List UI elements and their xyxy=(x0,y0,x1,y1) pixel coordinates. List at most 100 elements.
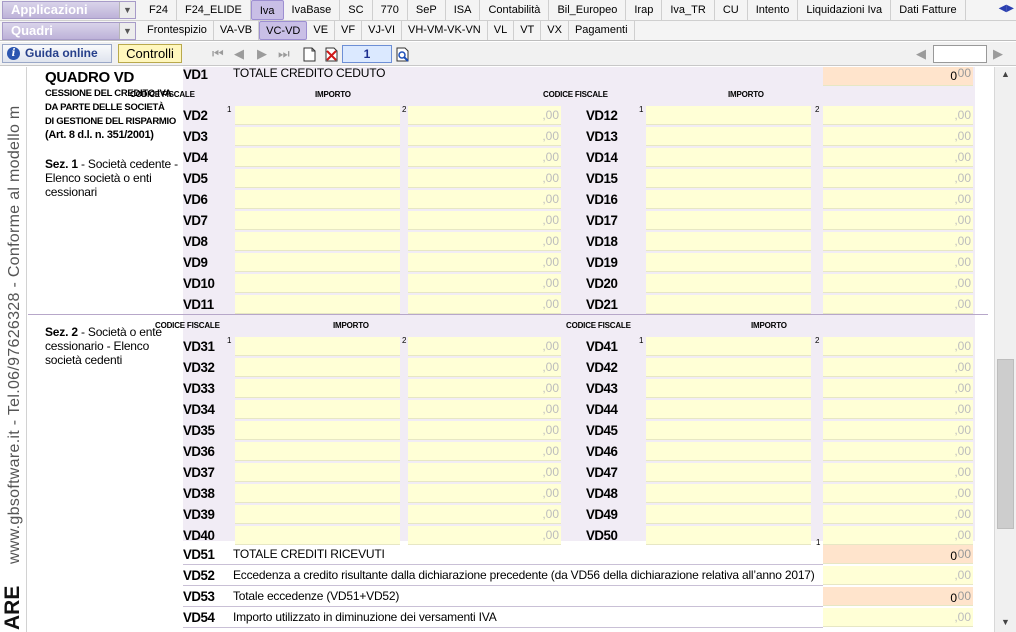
controlli-button[interactable]: Controlli xyxy=(118,44,182,63)
codice-fiscale-input[interactable] xyxy=(235,505,400,524)
importo-input[interactable]: ,00 xyxy=(823,421,973,440)
importo-input[interactable]: ,00 xyxy=(408,421,561,440)
codice-fiscale-input[interactable] xyxy=(646,127,811,146)
codice-fiscale-input[interactable] xyxy=(646,232,811,251)
tab-irap[interactable]: Irap xyxy=(626,0,663,20)
quadro-tab-vh-vm-vk-vn[interactable]: VH-VM-VK-VN xyxy=(402,21,488,40)
vertical-scrollbar[interactable]: ▲ ▼ xyxy=(994,67,1016,632)
codice-fiscale-input[interactable] xyxy=(235,211,400,230)
codice-fiscale-input[interactable] xyxy=(646,190,811,209)
codice-fiscale-input[interactable] xyxy=(646,442,811,461)
importo-input[interactable]: ,00 xyxy=(823,274,973,293)
importo-input[interactable]: ,00 xyxy=(823,337,973,356)
tab-cu[interactable]: CU xyxy=(715,0,748,20)
codice-fiscale-input[interactable] xyxy=(235,358,400,377)
page-number-input[interactable]: 1 xyxy=(342,45,392,63)
codice-fiscale-input[interactable] xyxy=(235,190,400,209)
codice-fiscale-input[interactable] xyxy=(235,337,400,356)
codice-fiscale-input[interactable] xyxy=(235,253,400,272)
next-page-icon[interactable]: ▶ xyxy=(257,46,267,62)
importo-input[interactable]: ,00 xyxy=(408,253,561,272)
codice-fiscale-input[interactable] xyxy=(235,106,400,125)
importo-input[interactable]: ,00 xyxy=(823,106,973,125)
tab-iva-tr[interactable]: Iva_TR xyxy=(662,0,715,20)
codice-fiscale-input[interactable] xyxy=(646,463,811,482)
search-right-icon[interactable]: ▶ xyxy=(993,46,1003,62)
tab-dati-fatture[interactable]: Dati Fatture xyxy=(891,0,966,20)
importo-input[interactable]: ,00 xyxy=(823,295,973,314)
importo-input[interactable]: ,00 xyxy=(823,526,973,545)
delete-page-icon[interactable] xyxy=(325,47,339,62)
tab-f24[interactable]: F24 xyxy=(141,0,177,20)
importo-input[interactable]: ,00 xyxy=(823,400,973,419)
importo-input[interactable]: ,00 xyxy=(823,127,973,146)
codice-fiscale-input[interactable] xyxy=(235,295,400,314)
importo-input[interactable]: ,00 xyxy=(408,169,561,188)
bottom-row-value-field[interactable]: ,00 xyxy=(823,566,973,585)
importo-input[interactable]: ,00 xyxy=(408,337,561,356)
importo-input[interactable]: ,00 xyxy=(823,190,973,209)
importo-input[interactable]: ,00 xyxy=(408,190,561,209)
quadro-tab-vf[interactable]: VF xyxy=(335,21,363,40)
search-page-icon[interactable] xyxy=(396,47,411,62)
quadro-tab-vl[interactable]: VL xyxy=(488,21,515,40)
previous-page-icon[interactable]: ◀ xyxy=(234,46,244,62)
quadro-tab-ve[interactable]: VE xyxy=(307,21,336,40)
importo-input[interactable]: ,00 xyxy=(823,232,973,251)
first-page-icon[interactable]: ⏮ xyxy=(212,46,224,62)
scroll-thumb[interactable] xyxy=(997,359,1014,529)
codice-fiscale-input[interactable] xyxy=(646,526,811,545)
importo-input[interactable]: ,00 xyxy=(823,358,973,377)
codice-fiscale-input[interactable] xyxy=(235,274,400,293)
vd1-value-field[interactable]: 0 00 xyxy=(823,67,973,86)
tab-bil-europeo[interactable]: Bil_Europeo xyxy=(549,0,627,20)
importo-input[interactable]: ,00 xyxy=(823,253,973,272)
importo-input[interactable]: ,00 xyxy=(823,379,973,398)
importo-input[interactable]: ,00 xyxy=(823,505,973,524)
bottom-row-value-field[interactable]: 00 0 xyxy=(823,587,973,606)
importo-input[interactable]: ,00 xyxy=(823,463,973,482)
quadro-tab-vj-vi[interactable]: VJ-VI xyxy=(362,21,403,40)
tab-intento[interactable]: Intento xyxy=(748,0,799,20)
guida-online-button[interactable]: i Guida online xyxy=(2,44,112,63)
importo-input[interactable]: ,00 xyxy=(823,211,973,230)
codice-fiscale-input[interactable] xyxy=(646,358,811,377)
codice-fiscale-input[interactable] xyxy=(235,379,400,398)
importo-input[interactable]: ,00 xyxy=(823,169,973,188)
quadri-combo[interactable]: Quadri ▼ xyxy=(2,22,136,40)
tab-liquidazioni-iva[interactable]: Liquidazioni Iva xyxy=(798,0,892,20)
codice-fiscale-input[interactable] xyxy=(646,379,811,398)
search-left-icon[interactable]: ◀ xyxy=(916,46,926,62)
importo-input[interactable]: ,00 xyxy=(408,211,561,230)
tab-iva[interactable]: Iva xyxy=(250,0,284,20)
codice-fiscale-input[interactable] xyxy=(646,484,811,503)
triangle-right-icon[interactable]: ▶ xyxy=(1006,3,1014,14)
tab-scroll-arrows[interactable]: ◀▶ xyxy=(999,3,1014,14)
bottom-row-value-field[interactable]: 00 0 xyxy=(823,545,973,564)
codice-fiscale-input[interactable] xyxy=(646,274,811,293)
importo-input[interactable]: ,00 xyxy=(408,442,561,461)
tab-ivabase[interactable]: IvaBase xyxy=(284,0,341,20)
codice-fiscale-input[interactable] xyxy=(646,169,811,188)
quadro-tab-vt[interactable]: VT xyxy=(514,21,542,40)
importo-input[interactable]: ,00 xyxy=(408,148,561,167)
scroll-up-icon[interactable]: ▲ xyxy=(999,69,1012,82)
codice-fiscale-input[interactable] xyxy=(235,421,400,440)
quadro-tab-vc-vd[interactable]: VC-VD xyxy=(259,21,308,40)
importo-input[interactable]: ,00 xyxy=(408,295,561,314)
codice-fiscale-input[interactable] xyxy=(235,148,400,167)
codice-fiscale-input[interactable] xyxy=(235,484,400,503)
quadro-tab-pagamenti[interactable]: Pagamenti xyxy=(569,21,635,40)
scroll-down-icon[interactable]: ▼ xyxy=(999,617,1012,630)
importo-input[interactable]: ,00 xyxy=(408,526,561,545)
importo-input[interactable]: ,00 xyxy=(408,274,561,293)
codice-fiscale-input[interactable] xyxy=(646,337,811,356)
codice-fiscale-input[interactable] xyxy=(235,442,400,461)
codice-fiscale-input[interactable] xyxy=(646,421,811,440)
chevron-down-icon[interactable]: ▼ xyxy=(119,23,135,39)
codice-fiscale-input[interactable] xyxy=(646,148,811,167)
codice-fiscale-input[interactable] xyxy=(646,295,811,314)
tab-f24-elide[interactable]: F24_ELIDE xyxy=(177,0,251,20)
new-page-icon[interactable] xyxy=(303,47,316,62)
codice-fiscale-input[interactable] xyxy=(646,106,811,125)
